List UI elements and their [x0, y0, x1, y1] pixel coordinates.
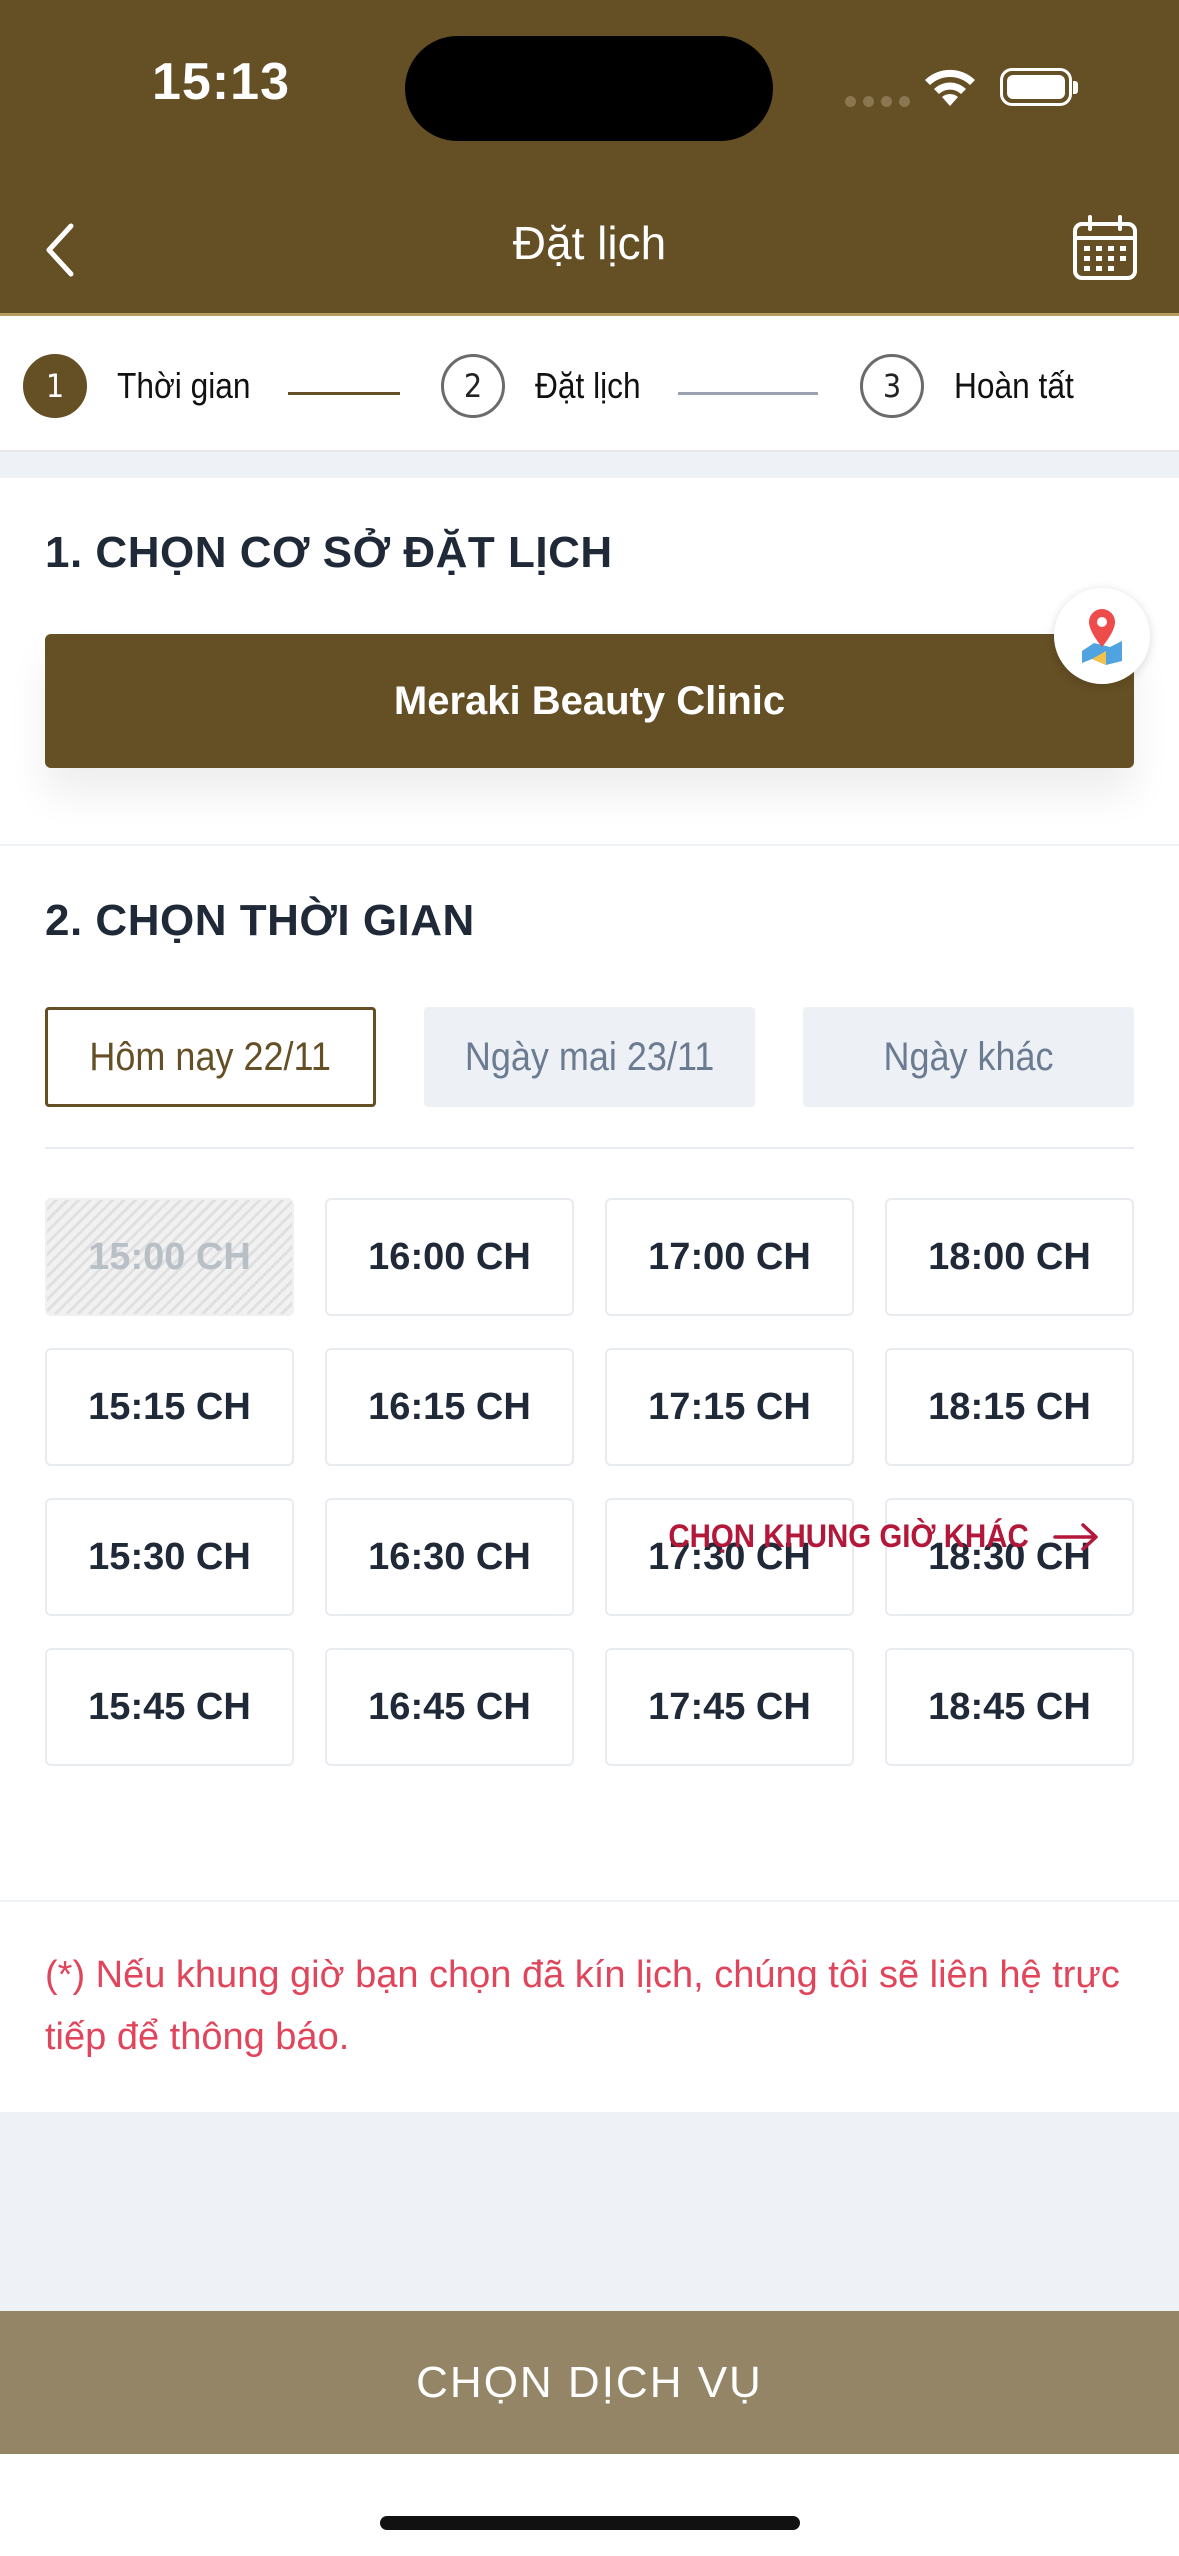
- choose-service-button[interactable]: CHỌN DỊCH VỤ: [0, 2311, 1179, 2454]
- other-time-label: CHỌN KHUNG GIỜ KHÁC: [668, 1518, 1029, 1554]
- location-section: 1. CHỌN CƠ SỞ ĐẶT LỊCH Meraki Beauty Cli…: [0, 478, 1179, 844]
- booking-stepper: 1 Thời gian 2 Đặt lịch 3 Hoàn tất: [0, 316, 1179, 452]
- divider: [45, 1147, 1134, 1149]
- step-number: 2: [441, 354, 505, 418]
- step-label: Thời gian: [117, 365, 251, 406]
- step-connector: [288, 392, 400, 395]
- app-header: 15:13 Đặt lịch: [0, 0, 1179, 316]
- time-slot[interactable]: 17:15 CH: [605, 1348, 854, 1466]
- time-slot[interactable]: 16:45 CH: [325, 1648, 574, 1766]
- battery-icon: [1000, 68, 1078, 106]
- date-tab-label: Ngày mai 23/11: [464, 1034, 715, 1079]
- time-slot[interactable]: 15:45 CH: [45, 1648, 294, 1766]
- time-slot[interactable]: 15:15 CH: [45, 1348, 294, 1466]
- arrow-right-icon: [1053, 1522, 1098, 1551]
- time-slot[interactable]: 18:00 CH: [885, 1198, 1134, 1316]
- step-time: 1 Thời gian: [23, 354, 269, 418]
- time-slot[interactable]: 18:30 CH: [885, 1498, 1134, 1616]
- section-title: 2. CHỌN THỜI GIAN: [45, 896, 475, 945]
- step-booking: 2 Đặt lịch: [441, 354, 655, 418]
- time-slot-grid: 15:00 CH 16:00 CH 17:00 CH 18:00 CH 15:1…: [45, 1198, 1134, 1766]
- step-label: Hoàn tất: [954, 365, 1074, 406]
- clinic-select-button[interactable]: Meraki Beauty Clinic: [45, 634, 1134, 768]
- step-complete: 3 Hoàn tất: [860, 354, 1090, 418]
- date-tab-label: Ngày khác: [883, 1034, 1054, 1079]
- step-connector: [678, 392, 818, 395]
- page-title: Đặt lịch: [512, 217, 667, 269]
- wifi-icon: [925, 69, 975, 106]
- time-slot-disabled: 15:00 CH: [45, 1198, 294, 1316]
- cellular-signal-icon: [845, 96, 910, 107]
- time-slot[interactable]: 17:45 CH: [605, 1648, 854, 1766]
- bottom-safe-area: [0, 2454, 1179, 2556]
- status-time: 15:13: [152, 53, 290, 111]
- date-tab-tomorrow[interactable]: Ngày mai 23/11: [424, 1007, 755, 1107]
- home-indicator: [380, 2516, 800, 2530]
- time-slot[interactable]: 18:15 CH: [885, 1348, 1134, 1466]
- date-tab-today[interactable]: Hôm nay 22/11: [45, 1007, 376, 1107]
- date-tab-label: Hôm nay 22/11: [89, 1034, 332, 1079]
- time-slot[interactable]: 17:30 CH: [605, 1498, 854, 1616]
- time-slot[interactable]: 16:30 CH: [325, 1498, 574, 1616]
- other-time-link[interactable]: CHỌN KHUNG GIỜ KHÁC: [637, 1518, 1099, 1555]
- dynamic-island: [405, 36, 773, 141]
- step-number: 1: [23, 354, 87, 418]
- calendar-icon[interactable]: [1070, 214, 1140, 284]
- time-slot[interactable]: 16:15 CH: [325, 1348, 574, 1466]
- time-slot[interactable]: 17:00 CH: [605, 1198, 854, 1316]
- section-title: 1. CHỌN CƠ SỞ ĐẶT LỊCH: [45, 528, 613, 577]
- time-slot[interactable]: 16:00 CH: [325, 1198, 574, 1316]
- time-slot[interactable]: 18:45 CH: [885, 1648, 1134, 1766]
- note-section: (*) Nếu khung giờ bạn chọn đã kín lịch, …: [0, 1902, 1179, 2112]
- step-number: 3: [860, 354, 924, 418]
- step-label: Đặt lịch: [535, 365, 641, 406]
- date-tab-other[interactable]: Ngày khác: [803, 1007, 1134, 1107]
- availability-note: (*) Nếu khung giờ bạn chọn đã kín lịch, …: [45, 1954, 1120, 2058]
- map-pin-icon: [1082, 609, 1122, 665]
- time-section: 2. CHỌN THỜI GIAN Hôm nay 22/11 Ngày mai…: [0, 846, 1179, 1900]
- time-slot[interactable]: 15:30 CH: [45, 1498, 294, 1616]
- map-pin-button[interactable]: [1054, 588, 1150, 684]
